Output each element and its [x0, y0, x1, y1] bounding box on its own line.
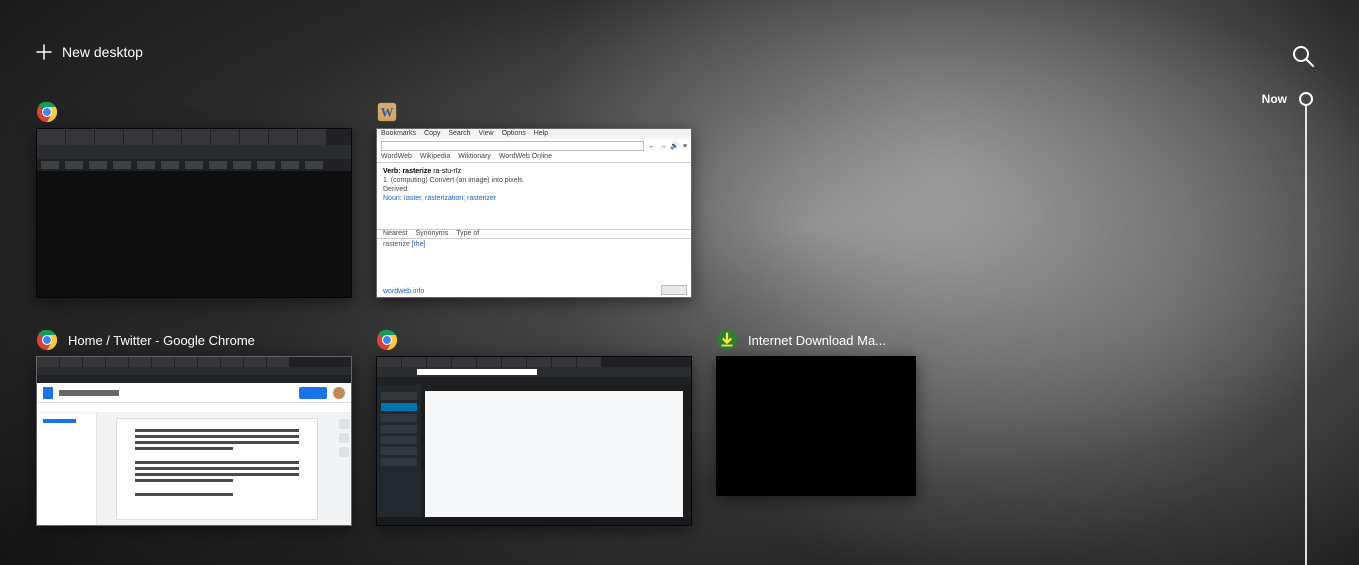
- task-thumbnail[interactable]: [36, 128, 352, 298]
- task-tile: [36, 100, 352, 298]
- task-tile: Internet Download Ma...: [716, 328, 916, 526]
- task-row-1: W BookmarksCopySearchViewOptionsHelp ←→🔊…: [36, 100, 1239, 298]
- task-tile: Home / Twitter - Google Chrome: [36, 328, 352, 526]
- chrome-icon: [36, 101, 58, 123]
- task-thumbnail[interactable]: [376, 356, 692, 526]
- svg-text:W: W: [381, 106, 394, 120]
- wordweb-icon: W: [376, 101, 398, 123]
- timeline-search-button[interactable]: [1291, 44, 1315, 68]
- task-thumbnail[interactable]: [36, 356, 352, 526]
- chrome-icon: [36, 329, 58, 351]
- timeline-rail[interactable]: Now: [1247, 86, 1317, 565]
- task-thumbnail[interactable]: BookmarksCopySearchViewOptionsHelp ←→🔊≡ …: [376, 128, 692, 298]
- new-desktop-label: New desktop: [62, 44, 143, 60]
- timeline-now-label: Now: [1262, 92, 1287, 106]
- chrome-icon: [376, 329, 398, 351]
- timeline-line: [1305, 106, 1307, 565]
- search-icon: [1291, 44, 1315, 68]
- idm-icon: [716, 329, 738, 351]
- new-desktop-button[interactable]: New desktop: [36, 44, 143, 60]
- task-thumbnail[interactable]: [716, 356, 916, 496]
- task-tile: [376, 328, 692, 526]
- timeline-knob[interactable]: [1299, 92, 1313, 106]
- plus-icon: [36, 44, 52, 60]
- task-tile: W BookmarksCopySearchViewOptionsHelp ←→🔊…: [376, 100, 692, 298]
- tile-title: Home / Twitter - Google Chrome: [68, 333, 255, 348]
- tile-title: Internet Download Ma...: [748, 333, 886, 348]
- task-row-2: Home / Twitter - Google Chrome: [36, 328, 1239, 526]
